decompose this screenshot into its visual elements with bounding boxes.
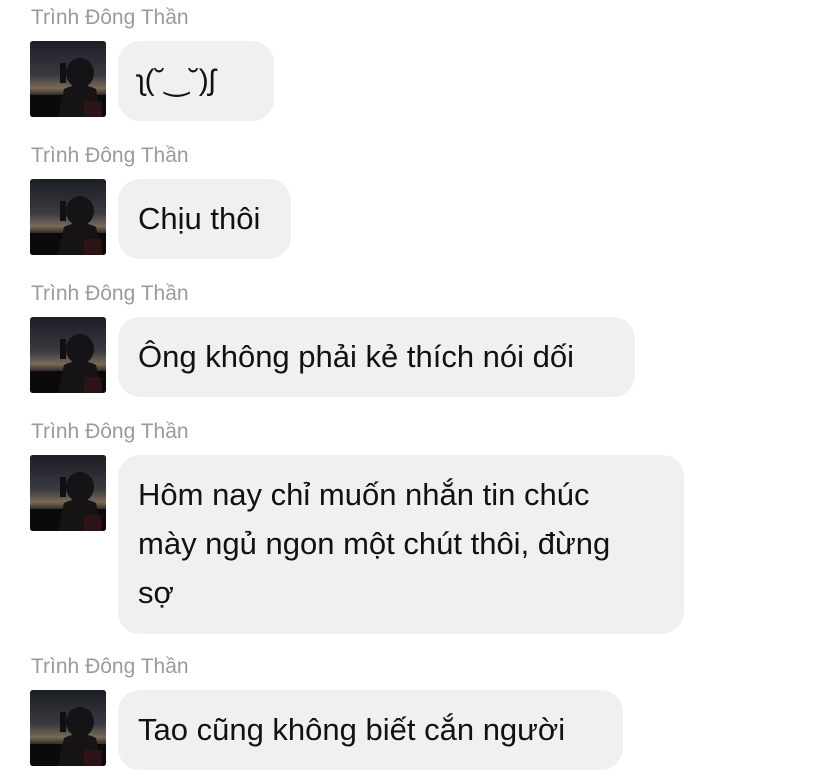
avatar[interactable] xyxy=(30,317,106,393)
message-bubble[interactable]: ʅ(˘‿˘)ʃ xyxy=(118,41,274,121)
avatar[interactable] xyxy=(30,690,106,766)
sender-name: Trình Đông Thần xyxy=(31,282,189,305)
sender-name: Trình Đông Thần xyxy=(31,144,189,167)
sender-name: Trình Đông Thần xyxy=(31,6,189,29)
message-bubble[interactable]: Tao cũng không biết cắn người xyxy=(118,690,623,770)
message-bubble[interactable]: Ông không phải kẻ thích nói dối xyxy=(118,317,635,397)
sender-name: Trình Đông Thần xyxy=(31,420,189,443)
avatar[interactable] xyxy=(30,41,106,117)
message-bubble[interactable]: Hôm nay chỉ muốn nhắn tin chúc mày ngủ n… xyxy=(118,455,684,634)
message-bubble[interactable]: Chịu thôi xyxy=(118,179,291,259)
sender-name: Trình Đông Thần xyxy=(31,655,189,678)
avatar[interactable] xyxy=(30,179,106,255)
avatar[interactable] xyxy=(30,455,106,531)
